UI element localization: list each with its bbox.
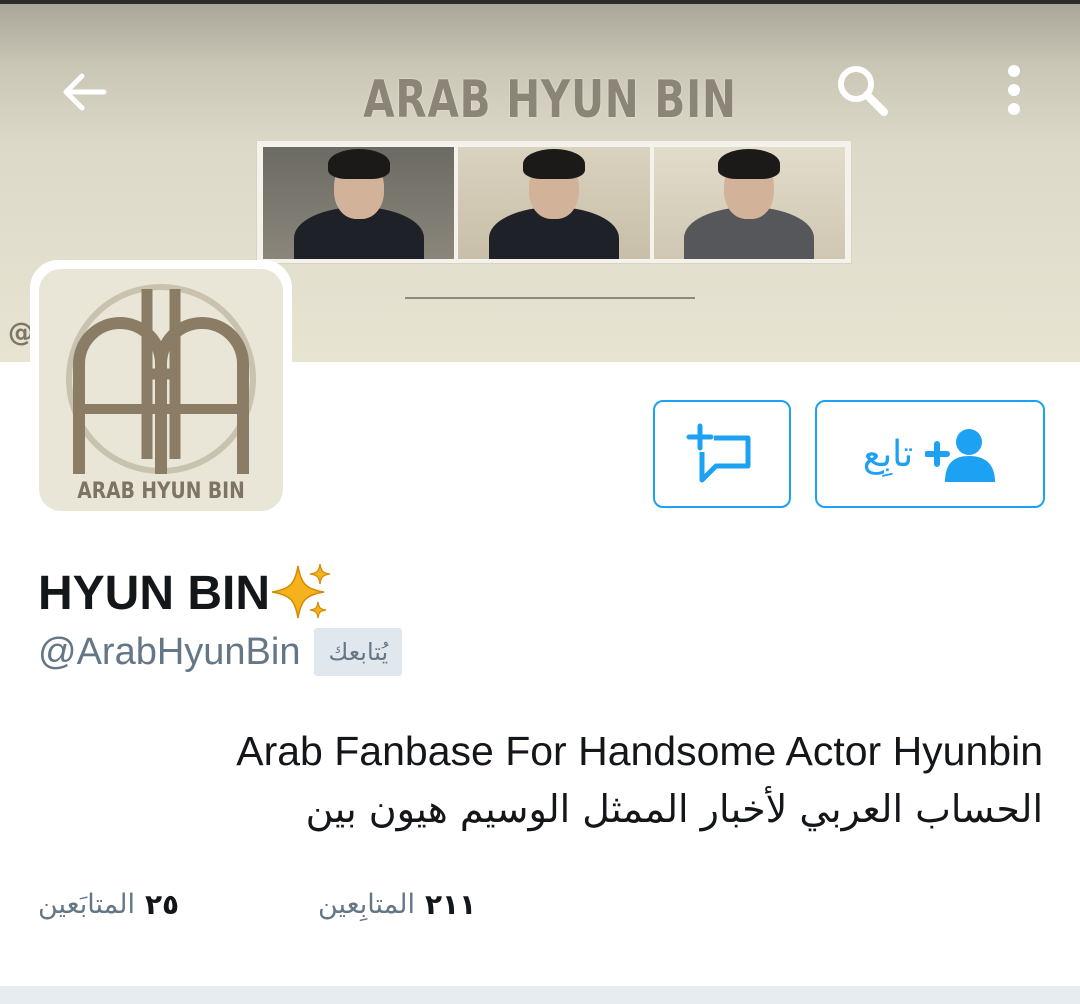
bio-arabic: الحساب العربي لأخبار الممثل الوسيم هيون …: [305, 787, 1043, 831]
profile-avatar[interactable]: ARAB HYUN BIN: [30, 260, 292, 518]
banner-divider: [405, 297, 695, 299]
more-vertical-icon: [1008, 65, 1020, 115]
display-name: HYUN BIN: [38, 566, 271, 620]
search-button[interactable]: [828, 56, 896, 124]
ahb-monogram-logo: [66, 284, 256, 474]
follows-you-badge: يُتابعك: [314, 628, 403, 676]
banner-photo-2: [458, 147, 650, 259]
banner-title: ARAB HYUN BIN: [363, 70, 737, 130]
banner-photo-1: [263, 147, 455, 259]
search-icon: [838, 66, 888, 116]
profile-bio: Arab Fanbase For Handsome Actor Hyunbin …: [43, 722, 1043, 838]
status-bar-edge: [0, 0, 1080, 4]
sparkles-icon: [271, 563, 331, 619]
follow-button-label: تابِع: [862, 433, 914, 475]
handle-row: @ArabHyunBin يُتابعك: [38, 628, 403, 676]
profile-name-row: HYUN BIN: [38, 562, 332, 624]
back-button[interactable]: [50, 58, 118, 126]
add-user-icon: [925, 429, 996, 482]
avatar-logo: ARAB HYUN BIN: [39, 269, 283, 511]
followers-stat[interactable]: ٢٥ المتابَعين: [38, 888, 179, 921]
banner-photo-3: [653, 147, 845, 259]
bio-english: Arab Fanbase For Handsome Actor Hyunbin: [236, 728, 1043, 774]
follow-button[interactable]: تابِع: [815, 400, 1045, 508]
more-options-button[interactable]: [980, 56, 1048, 124]
following-count: ٢١١: [424, 888, 477, 921]
profile-handle: @ArabHyunBin: [38, 630, 301, 673]
following-label: المتابِعين: [318, 889, 415, 920]
following-stat[interactable]: ٢١١ المتابِعين: [318, 888, 476, 921]
banner-photo-strip: [256, 140, 852, 264]
avatar-caption: ARAB HYUN BIN: [77, 479, 245, 504]
add-message-icon: [686, 423, 751, 483]
followers-count: ٢٥: [144, 888, 180, 921]
section-divider: [0, 986, 1080, 1004]
direct-message-button[interactable]: [653, 400, 791, 508]
arrow-left-icon: [63, 73, 107, 111]
followers-label: المتابَعين: [38, 889, 135, 920]
